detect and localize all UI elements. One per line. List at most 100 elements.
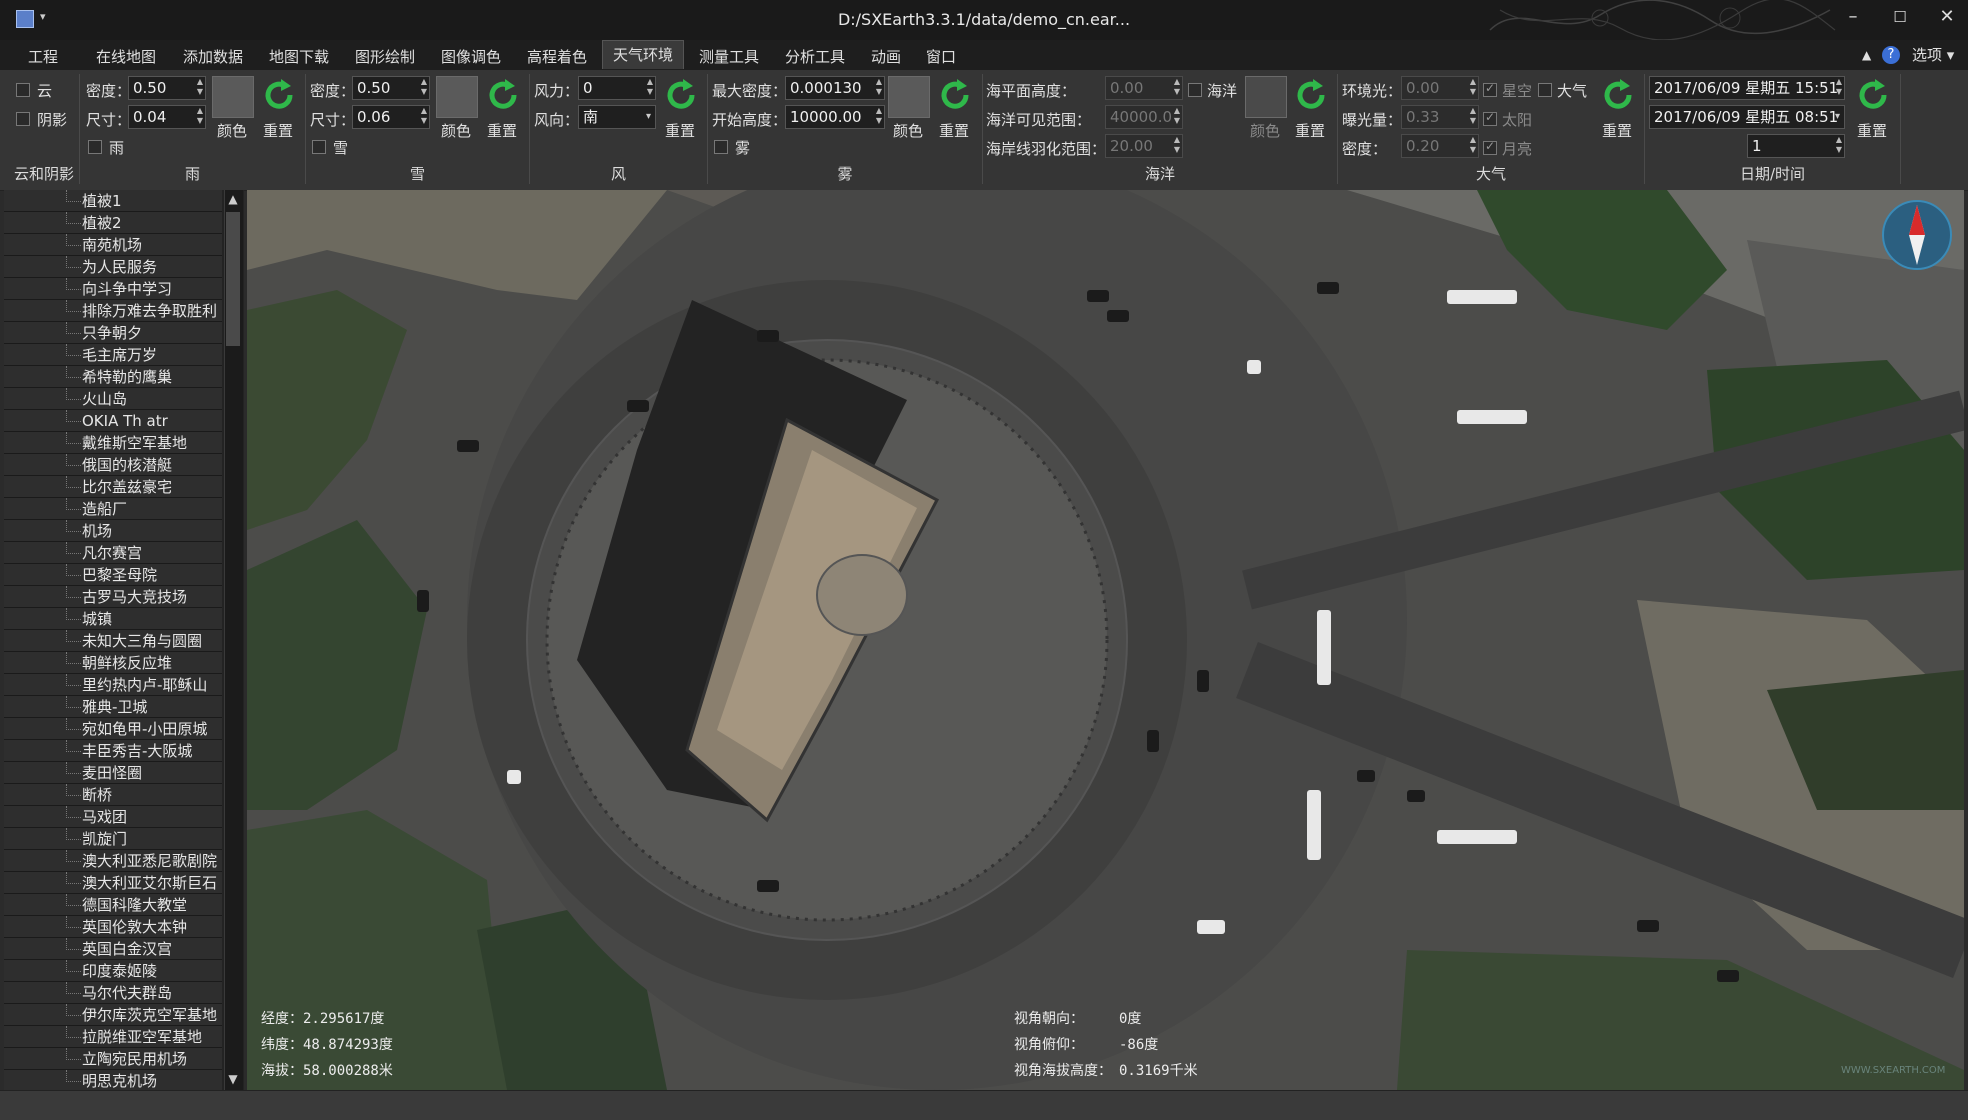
list-item[interactable]: 断桥 bbox=[4, 784, 222, 806]
list-item[interactable]: 机场 bbox=[4, 520, 222, 542]
menu-analysis-tools[interactable]: 分析工具 bbox=[785, 46, 845, 67]
rain-density-spinner[interactable]: 0.50 ▲ ▼ bbox=[128, 76, 206, 100]
list-item[interactable]: 比尔盖兹豪宅 bbox=[4, 476, 222, 498]
list-item[interactable]: 未知大三角与圆圈 bbox=[4, 630, 222, 652]
atmosphere-checkbox[interactable] bbox=[1538, 83, 1552, 97]
menu-window[interactable]: 窗口 bbox=[926, 46, 956, 67]
list-item[interactable]: 立陶宛民用机场 bbox=[4, 1048, 222, 1070]
list-item[interactable]: OKIA Th atr bbox=[4, 410, 222, 432]
help-icon[interactable]: ? bbox=[1882, 46, 1900, 64]
datetime-reset-icon[interactable] bbox=[1854, 76, 1892, 114]
atmosphere-reset-icon[interactable] bbox=[1599, 76, 1637, 114]
datetime-spinner-1[interactable]: 2017/06/09 星期五 15:51 ▲ ▼ bbox=[1649, 76, 1845, 100]
globe-map-view[interactable]: 经度：2.295617度 纬度：48.874293度 海拔：58.000288米… bbox=[247, 190, 1964, 1090]
list-item[interactable]: 只争朝夕 bbox=[4, 322, 222, 344]
scrollbar-thumb[interactable] bbox=[226, 212, 240, 346]
list-item[interactable]: 印度泰姬陵 bbox=[4, 960, 222, 982]
ocean-reset-label[interactable]: 重置 bbox=[1295, 120, 1325, 141]
list-item[interactable]: 明思克机场 bbox=[4, 1070, 222, 1092]
menu-map-download[interactable]: 地图下载 bbox=[269, 46, 329, 67]
snow-reset-label[interactable]: 重置 bbox=[487, 120, 517, 141]
menu-online-map[interactable]: 在线地图 bbox=[96, 46, 156, 67]
list-item[interactable]: 德国科隆大教堂 bbox=[4, 894, 222, 916]
fog-reset-icon[interactable] bbox=[936, 76, 974, 114]
list-item[interactable]: 巴黎圣母院 bbox=[4, 564, 222, 586]
ocean-reset-icon[interactable] bbox=[1292, 76, 1330, 114]
list-item[interactable]: 马尔代夫群岛 bbox=[4, 982, 222, 1004]
fog-checkbox[interactable] bbox=[714, 140, 728, 154]
list-item[interactable]: 马戏团 bbox=[4, 806, 222, 828]
exposure-spinner[interactable]: 0.33 ▲ ▼ bbox=[1401, 105, 1479, 129]
list-item[interactable]: 排除万难去争取胜利 bbox=[4, 300, 222, 322]
ribbon-collapse-icon[interactable]: ▲ bbox=[1862, 48, 1871, 62]
fog-color-swatch[interactable] bbox=[888, 76, 930, 118]
list-item[interactable]: 城镇 bbox=[4, 608, 222, 630]
list-item[interactable]: 伊尔库茨克空军基地 bbox=[4, 1004, 222, 1026]
maximize-button[interactable]: ☐ bbox=[1885, 8, 1915, 26]
atmosphere-reset-label[interactable]: 重置 bbox=[1602, 120, 1632, 141]
snow-reset-icon[interactable] bbox=[484, 76, 522, 114]
list-item[interactable]: 麦田怪圈 bbox=[4, 762, 222, 784]
list-item[interactable]: 雅典-卫城 bbox=[4, 696, 222, 718]
list-item[interactable]: 古罗马大竞技场 bbox=[4, 586, 222, 608]
list-item[interactable]: 拉脱维亚空军基地 bbox=[4, 1026, 222, 1048]
snow-checkbox[interactable] bbox=[312, 140, 326, 154]
list-item[interactable]: 戴维斯空军基地 bbox=[4, 432, 222, 454]
atmosphere-density-spinner[interactable]: 0.20 ▲ ▼ bbox=[1401, 134, 1479, 158]
list-item[interactable]: 南苑机场 bbox=[4, 234, 222, 256]
menu-shape-drawing[interactable]: 图形绘制 bbox=[355, 46, 415, 67]
list-item[interactable]: 英国伦敦大本钟 bbox=[4, 916, 222, 938]
datetime-reset-label[interactable]: 重置 bbox=[1857, 120, 1887, 141]
sea-level-spinner[interactable]: 0.00 ▲ ▼ bbox=[1105, 76, 1183, 100]
rain-reset-icon[interactable] bbox=[260, 76, 298, 114]
list-item[interactable]: 英国白金汉宫 bbox=[4, 938, 222, 960]
snow-density-spinner[interactable]: 0.50 ▲ ▼ bbox=[352, 76, 430, 100]
menu-elevation-color[interactable]: 高程着色 bbox=[527, 46, 587, 67]
ocean-color-swatch[interactable] bbox=[1245, 76, 1287, 118]
ambient-light-spinner[interactable]: 0.00 ▲ ▼ bbox=[1401, 76, 1479, 100]
menu-weather-environment[interactable]: 天气环境 bbox=[602, 40, 685, 69]
list-item[interactable]: 凯旋门 bbox=[4, 828, 222, 850]
list-item[interactable]: 植被2 bbox=[4, 212, 222, 234]
scroll-up-arrow[interactable]: ▲ bbox=[226, 192, 240, 206]
list-item[interactable]: 里约热内卢-耶稣山 bbox=[4, 674, 222, 696]
coastline-feather-spinner[interactable]: 20.00 ▲ ▼ bbox=[1105, 134, 1183, 158]
fog-reset-label[interactable]: 重置 bbox=[939, 120, 969, 141]
list-item[interactable]: 宛如龟甲-小田原城 bbox=[4, 718, 222, 740]
options-menu[interactable]: 选项 ▾ bbox=[1912, 44, 1954, 65]
menu-project[interactable]: 工程 bbox=[28, 46, 58, 67]
sun-checkbox[interactable] bbox=[1483, 110, 1497, 126]
rain-size-spinner[interactable]: 0.04 ▲ ▼ bbox=[128, 105, 206, 129]
list-item[interactable]: 俄国的核潜艇 bbox=[4, 454, 222, 476]
wind-direction-select[interactable]: 南 ▾ bbox=[578, 105, 656, 129]
snow-size-spinner[interactable]: 0.06 ▲ ▼ bbox=[352, 105, 430, 129]
list-item[interactable]: 朝鲜核反应堆 bbox=[4, 652, 222, 674]
fog-start-height-spinner[interactable]: 10000.00 ▲ ▼ bbox=[785, 105, 885, 129]
datetime-select-2[interactable]: 2017/06/09 星期五 08:51 ▾ bbox=[1649, 105, 1845, 129]
rain-color-swatch[interactable] bbox=[212, 76, 254, 118]
starry-sky-checkbox[interactable] bbox=[1483, 81, 1497, 97]
list-item[interactable]: 凡尔赛宫 bbox=[4, 542, 222, 564]
rain-checkbox[interactable] bbox=[88, 140, 102, 154]
ocean-checkbox[interactable] bbox=[1188, 83, 1202, 97]
menu-image-color[interactable]: 图像调色 bbox=[441, 46, 501, 67]
list-item[interactable]: 澳大利亚艾尔斯巨石 bbox=[4, 872, 222, 894]
list-item[interactable]: 毛主席万岁 bbox=[4, 344, 222, 366]
menu-animation[interactable]: 动画 bbox=[871, 46, 901, 67]
ocean-visible-range-spinner[interactable]: 40000.0 ▲ ▼ bbox=[1105, 105, 1183, 129]
cloud-checkbox[interactable] bbox=[16, 83, 30, 97]
list-item[interactable]: 为人民服务 bbox=[4, 256, 222, 278]
list-item[interactable]: 希特勒的鹰巢 bbox=[4, 366, 222, 388]
moon-checkbox[interactable] bbox=[1483, 139, 1497, 155]
minimize-button[interactable]: – bbox=[1838, 6, 1868, 27]
rain-reset-label[interactable]: 重置 bbox=[263, 120, 293, 141]
shadow-checkbox[interactable] bbox=[16, 112, 30, 126]
scroll-down-arrow[interactable]: ▼ bbox=[226, 1072, 240, 1086]
list-item[interactable]: 造船厂 bbox=[4, 498, 222, 520]
menu-measure-tools[interactable]: 测量工具 bbox=[699, 46, 759, 67]
wind-force-spinner[interactable]: 0 ▲ ▼ bbox=[578, 76, 656, 100]
wind-reset-label[interactable]: 重置 bbox=[665, 120, 695, 141]
list-item[interactable]: 植被1 bbox=[4, 190, 222, 212]
list-item[interactable]: 向斗争中学习 bbox=[4, 278, 222, 300]
menu-add-data[interactable]: 添加数据 bbox=[183, 46, 243, 67]
